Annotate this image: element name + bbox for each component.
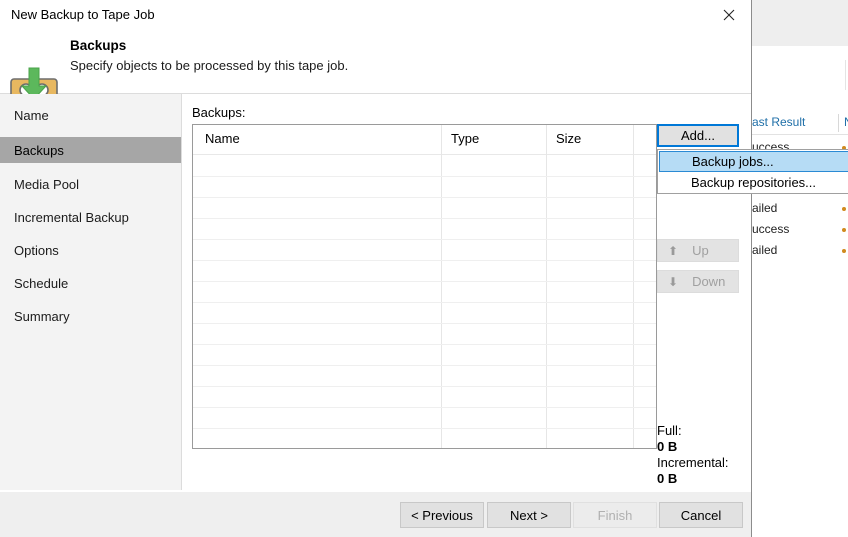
menu-item-label: Backup jobs... <box>692 154 774 169</box>
table-row <box>193 197 656 198</box>
sidebar-item-schedule[interactable]: Schedule <box>0 270 181 296</box>
add-button-label: Add... <box>681 128 715 143</box>
background-divider <box>845 60 846 90</box>
column-separator <box>441 125 442 448</box>
move-down-button[interactable]: ⬇ Down <box>657 270 739 293</box>
background-toolbar <box>752 0 848 47</box>
table-row <box>193 239 656 240</box>
table-row <box>193 365 656 366</box>
table-row <box>193 428 656 429</box>
table-row <box>193 407 656 408</box>
dialog-footer: < Previous Next > Finish Cancel <box>0 491 751 537</box>
dialog-title: New Backup to Tape Job <box>11 7 155 22</box>
full-size-value: 0 B <box>657 439 678 454</box>
move-down-label: Down <box>692 274 726 289</box>
table-row <box>193 344 656 345</box>
background-grid: ast Result N uccess ailed uccess ailed <box>752 46 848 537</box>
wizard-sidebar: Name Backups Media Pool Incremental Back… <box>0 94 182 490</box>
background-row: ailed <box>752 199 848 219</box>
cancel-button[interactable]: Cancel <box>659 502 743 528</box>
finish-button: Finish <box>573 502 657 528</box>
sidebar-item-label: Incremental Backup <box>14 209 129 225</box>
background-row: uccess <box>752 220 848 240</box>
table-row <box>193 281 656 282</box>
previous-button[interactable]: < Previous <box>400 502 484 528</box>
table-row <box>193 218 656 219</box>
sidebar-item-incremental-backup[interactable]: Incremental Backup <box>0 204 181 230</box>
sidebar-item-label: Backups <box>14 142 64 158</box>
move-up-button[interactable]: ⬆ Up <box>657 239 739 262</box>
sidebar-item-backups[interactable]: Backups <box>0 137 181 163</box>
background-column-next: N <box>844 115 848 129</box>
background-row: ailed <box>752 241 848 261</box>
sidebar-item-label: Media Pool <box>14 176 80 192</box>
backups-table[interactable]: Name Type Size <box>192 124 657 449</box>
table-row <box>193 260 656 261</box>
finish-button-label: Finish <box>597 507 633 523</box>
next-button[interactable]: Next > <box>487 502 571 528</box>
previous-button-label: < Previous <box>411 507 473 523</box>
status-dot-icon <box>842 249 846 253</box>
sidebar-item-label: Schedule <box>14 275 69 291</box>
backups-list-label: Backups: <box>192 105 246 120</box>
table-row <box>193 386 656 387</box>
backups-table-header: Name Type Size <box>193 125 656 155</box>
sidebar-item-label: Name <box>14 107 49 123</box>
sidebar-item-name[interactable]: Name <box>0 102 181 128</box>
arrow-down-icon: ⬇ <box>668 274 679 289</box>
background-row-value: uccess <box>752 222 790 236</box>
add-dropdown-menu: Backup jobs... Backup repositories... <box>657 149 848 194</box>
column-header-type[interactable]: Type <box>451 131 479 146</box>
status-dot-icon <box>842 207 846 211</box>
background-column-separator <box>838 114 839 132</box>
new-backup-to-tape-job-dialog: New Backup to Tape Job Backups Specify o… <box>0 0 848 537</box>
status-dot-icon <box>842 228 846 232</box>
background-column-last-result: ast Result <box>752 115 806 129</box>
background-row-value: ailed <box>752 201 778 215</box>
add-button[interactable]: Add... <box>657 124 739 147</box>
menu-item-backup-jobs[interactable]: Backup jobs... <box>659 151 848 172</box>
column-separator <box>546 125 547 448</box>
sidebar-item-summary[interactable]: Summary <box>0 303 181 329</box>
table-row <box>193 302 656 303</box>
move-up-label: Up <box>692 243 709 258</box>
screen: ast Result N uccess ailed uccess ailed N… <box>0 0 848 537</box>
dialog-titlebar: New Backup to Tape Job <box>0 0 751 30</box>
column-header-name[interactable]: Name <box>205 131 240 146</box>
sidebar-item-options[interactable]: Options <box>0 237 181 263</box>
close-icon[interactable] <box>706 0 751 30</box>
background-column-header: ast Result N <box>752 112 848 135</box>
menu-item-backup-repositories[interactable]: Backup repositories... <box>659 172 848 193</box>
table-row <box>193 176 656 177</box>
column-separator <box>633 125 634 448</box>
table-row <box>193 323 656 324</box>
sidebar-item-label: Summary <box>14 308 70 324</box>
menu-item-label: Backup repositories... <box>691 175 817 190</box>
dialog-header-title: Backups <box>70 38 127 53</box>
dialog-header: Backups Specify objects to be processed … <box>0 30 751 111</box>
next-button-label: Next > <box>510 507 548 523</box>
arrow-up-icon: ⬆ <box>668 243 679 258</box>
background-row-value: ailed <box>752 243 778 257</box>
incremental-size-label: Incremental: <box>657 455 729 470</box>
incremental-size-value: 0 B <box>657 471 678 486</box>
wizard-content: Backups: Name Type Size Add... Backup jo… <box>182 94 848 490</box>
sidebar-item-label: Options <box>14 242 59 258</box>
dialog-header-subtitle: Specify objects to be processed by this … <box>70 58 349 73</box>
full-size-label: Full: <box>657 423 682 438</box>
column-header-size[interactable]: Size <box>556 131 581 146</box>
sidebar-item-media-pool[interactable]: Media Pool <box>0 171 181 197</box>
cancel-button-label: Cancel <box>680 507 722 523</box>
